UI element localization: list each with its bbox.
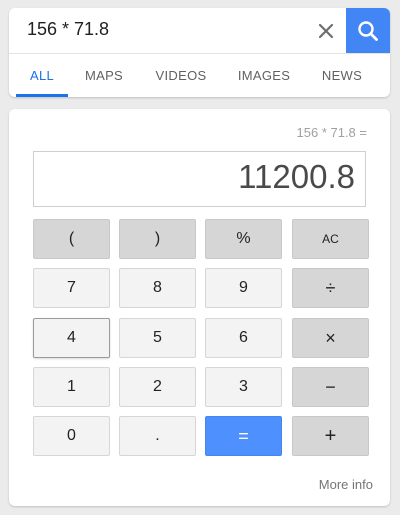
close-icon	[318, 23, 334, 39]
search-card: 156 * 71.8 ALL MAPS VIDEOS IMAGES NEWS	[9, 8, 390, 97]
tab-all[interactable]: ALL	[16, 54, 68, 97]
four-key[interactable]: 4	[33, 318, 110, 358]
five-key[interactable]: 5	[119, 318, 196, 358]
multiply-key[interactable]: ×	[292, 318, 369, 358]
two-key[interactable]: 2	[119, 367, 196, 407]
open-paren-key[interactable]: (	[33, 219, 110, 259]
one-key[interactable]: 1	[33, 367, 110, 407]
percent-key[interactable]: %	[205, 219, 282, 259]
tab-images[interactable]: IMAGES	[231, 54, 297, 97]
search-button[interactable]	[346, 8, 390, 53]
close-paren-key[interactable]: )	[119, 219, 196, 259]
tab-videos[interactable]: VIDEOS	[149, 54, 213, 97]
minus-key[interactable]: −	[292, 367, 369, 407]
search-tabs: ALL MAPS VIDEOS IMAGES NEWS	[9, 54, 390, 97]
search-input[interactable]: 156 * 71.8	[27, 19, 109, 40]
calculator-expression: 156 * 71.8 =	[296, 125, 367, 140]
seven-key[interactable]: 7	[33, 268, 110, 308]
divide-key[interactable]: ÷	[292, 268, 369, 308]
clear-search-button[interactable]	[309, 14, 343, 48]
zero-key[interactable]: 0	[33, 416, 110, 456]
plus-key[interactable]: +	[292, 416, 369, 456]
calculator-display: 11200.8	[33, 151, 366, 207]
tab-maps[interactable]: MAPS	[74, 54, 134, 97]
more-info-link[interactable]: More info	[319, 477, 373, 492]
search-bar: 156 * 71.8	[9, 8, 390, 54]
six-key[interactable]: 6	[205, 318, 282, 358]
calculator-card: 156 * 71.8 = 11200.8 ( ) % AC 7 8 9 ÷ 4 …	[9, 109, 390, 506]
three-key[interactable]: 3	[205, 367, 282, 407]
tab-news[interactable]: NEWS	[314, 54, 370, 97]
decimal-key[interactable]: .	[119, 416, 196, 456]
equals-key[interactable]: =	[205, 416, 282, 456]
nine-key[interactable]: 9	[205, 268, 282, 308]
magnifier-icon	[358, 20, 378, 41]
all-clear-key[interactable]: AC	[292, 219, 369, 259]
eight-key[interactable]: 8	[119, 268, 196, 308]
calculator-result: 11200.8	[238, 158, 355, 195]
